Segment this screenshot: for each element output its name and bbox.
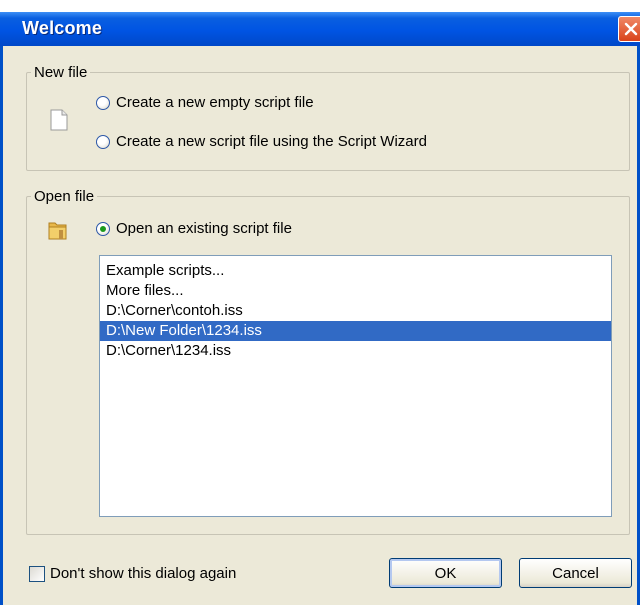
open-existing-radio[interactable] <box>96 221 110 236</box>
list-item-selected[interactable]: D:\New Folder\1234.iss <box>100 321 611 341</box>
open-file-legend: Open file <box>34 188 95 205</box>
new-wizard-radio[interactable] <box>96 134 110 149</box>
close-button[interactable] <box>618 16 640 42</box>
cancel-button[interactable]: Cancel <box>519 558 632 588</box>
recent-files-list[interactable]: Example scripts... More files... D:\Corn… <box>99 255 612 517</box>
new-empty-radio[interactable] <box>96 95 110 110</box>
list-item[interactable]: D:\Corner\1234.iss <box>100 341 611 361</box>
new-empty-label: Create a new empty script file <box>116 94 314 111</box>
open-existing-option[interactable]: Open an existing script file <box>96 220 292 237</box>
list-item[interactable]: D:\Corner\contoh.iss <box>100 301 611 321</box>
new-file-legend: New file <box>34 64 88 81</box>
list-item[interactable]: More files... <box>100 281 611 301</box>
dont-show-again-checkbox[interactable] <box>29 565 45 582</box>
dont-show-again-label: Don't show this dialog again <box>50 565 237 582</box>
new-wizard-option[interactable]: Create a new script file using the Scrip… <box>96 133 427 150</box>
new-wizard-label: Create a new script file using the Scrip… <box>116 133 427 150</box>
new-empty-option[interactable]: Create a new empty script file <box>96 94 314 111</box>
open-existing-label: Open an existing script file <box>116 220 292 237</box>
new-file-group: New file <box>26 64 630 171</box>
ok-button[interactable]: OK <box>389 558 502 588</box>
file-icon <box>50 109 68 131</box>
close-icon <box>624 22 638 36</box>
title-bar[interactable]: Welcome <box>0 12 640 46</box>
dont-show-again-option[interactable]: Don't show this dialog again <box>29 565 236 582</box>
folder-icon <box>48 222 67 240</box>
window-title: Welcome <box>22 18 103 38</box>
list-item[interactable]: Example scripts... <box>100 261 611 281</box>
